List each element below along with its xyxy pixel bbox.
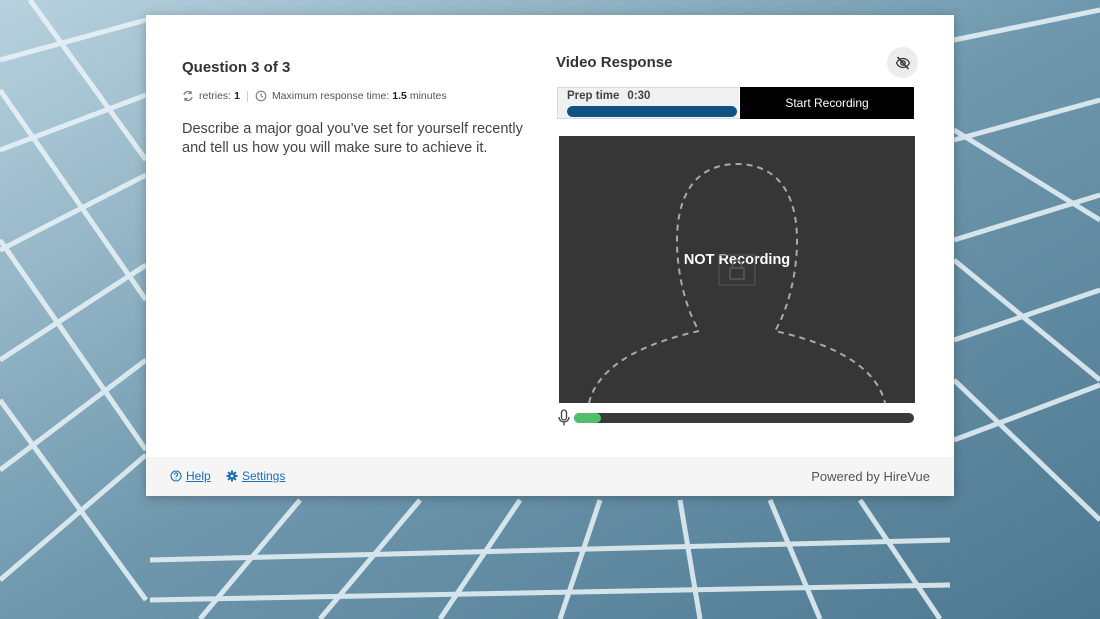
eye-slash-icon [895,55,911,70]
prep-time-text: Prep time 0:30 [567,90,650,102]
lock-icon [718,254,756,286]
max-time-value: 1.5 [392,90,407,102]
question-text: Describe a major goal you’ve set for you… [182,121,523,156]
meta-divider [246,90,248,102]
question-meta: retries: 1 Maximum response time: 1.5 mi… [182,90,542,102]
powered-by: Powered by HireVue [811,469,930,484]
max-time-label: Maximum response time: [271,90,390,102]
mic-level-fill [574,413,602,423]
prep-time-label: Prep time [567,90,620,102]
prep-time-value: 0:30 [627,90,651,102]
settings-link[interactable]: Settings [226,469,285,483]
interview-card: Question 3 of 3 retries: 1 Maximum respo… [146,15,954,496]
retries-value: 1 [234,90,240,102]
gear-icon [226,470,238,482]
start-recording-button[interactable]: Start Recording [740,87,914,119]
question-panel: Question 3 of 3 retries: 1 Maximum respo… [182,59,542,157]
max-time-unit: minutes [409,90,447,102]
help-link[interactable]: Help [170,469,211,483]
microphone-icon [557,409,571,427]
question-title: Question 3 of 3 [182,59,291,76]
clock-icon [255,90,267,102]
settings-label: Settings [242,469,286,483]
prep-progress-bar [567,106,737,117]
question-circle-icon [170,470,182,482]
footer: Help Settings Powered by HireVue [146,457,954,496]
video-preview: NOT Recording [559,136,915,403]
hide-video-button[interactable] [887,47,918,78]
prep-time-panel: Prep time 0:30 [557,87,739,119]
prep-progress-fill [567,106,737,117]
video-response-title: Video Response [556,54,673,71]
retries-label: retries: [199,90,232,102]
refresh-icon [182,90,194,102]
mic-level-bar [574,413,914,423]
help-label: Help [186,469,211,483]
